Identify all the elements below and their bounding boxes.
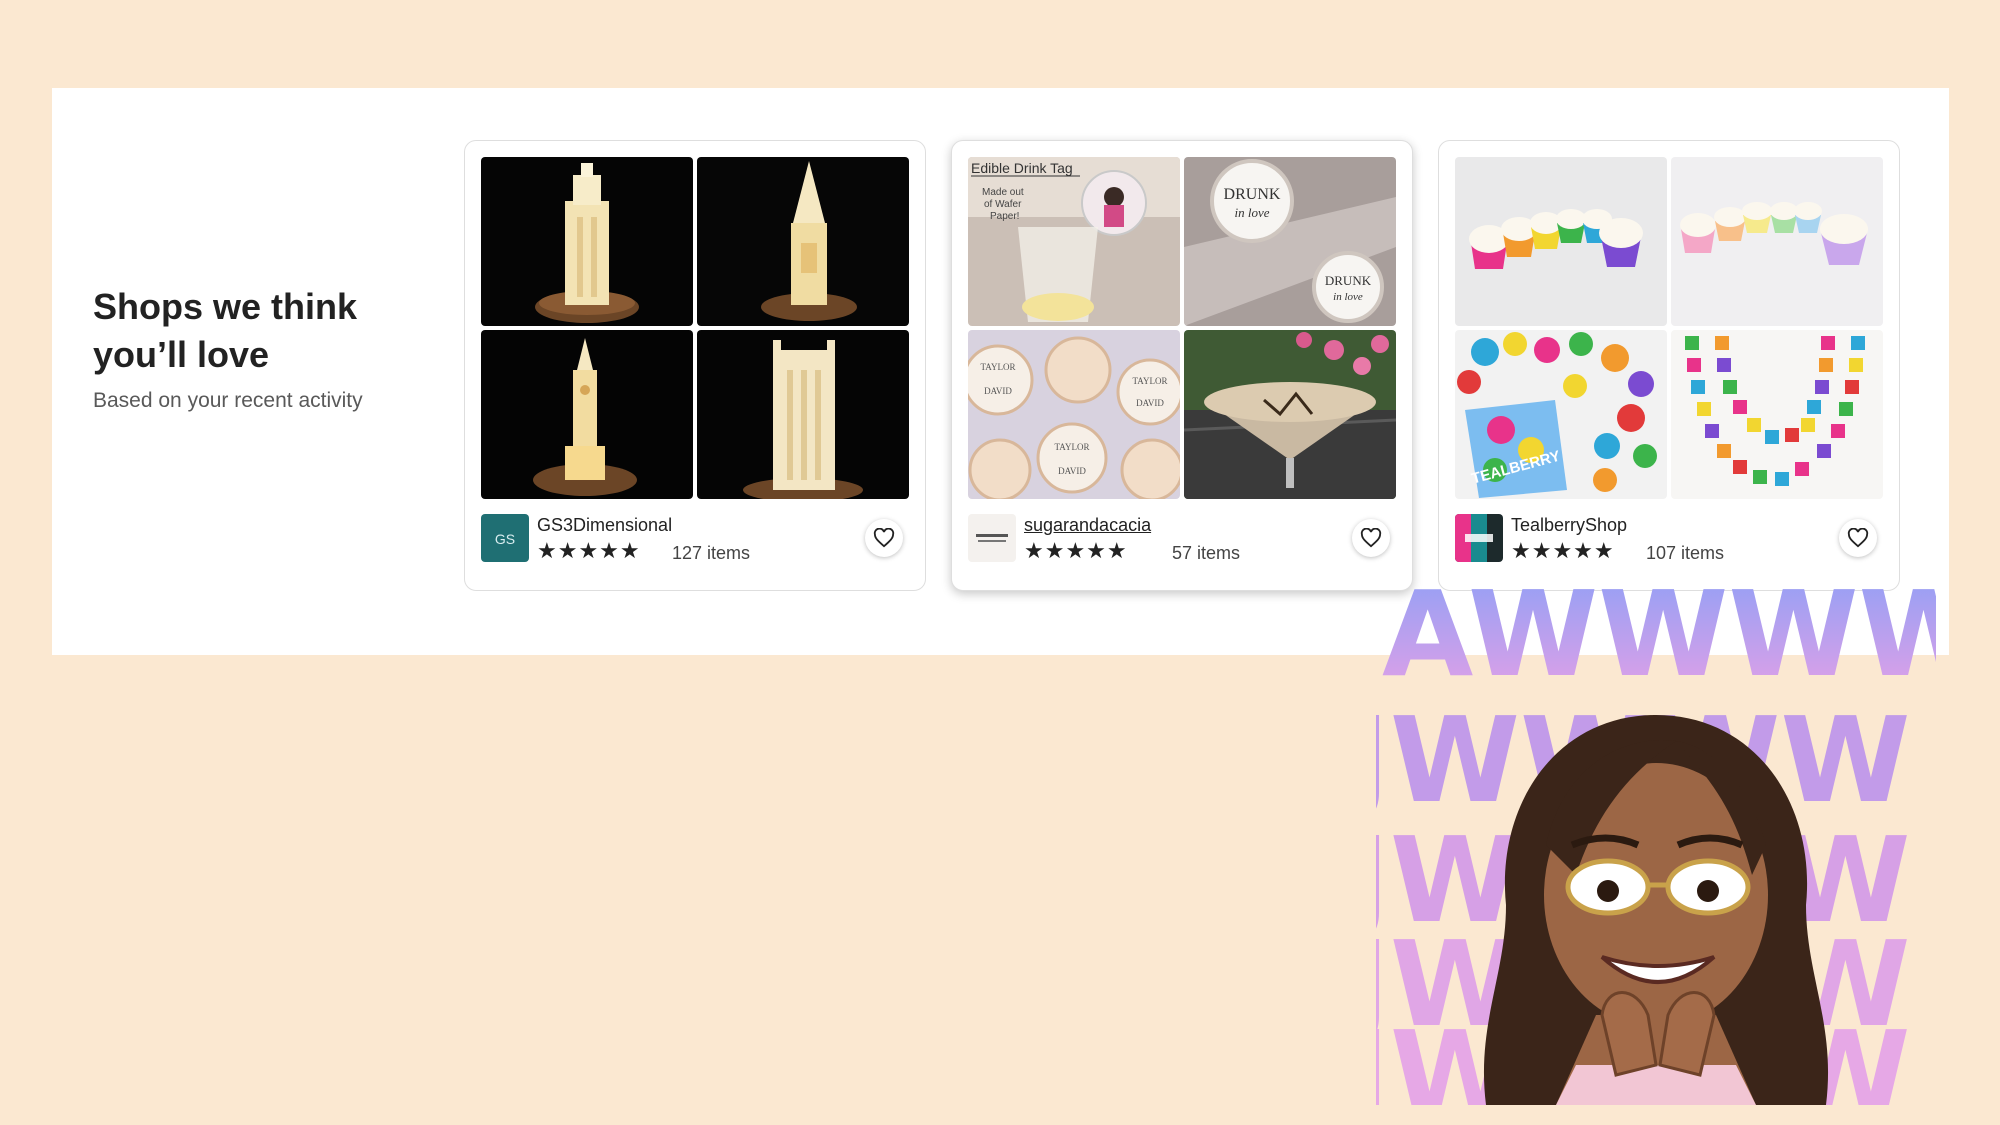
svg-text:Paper!: Paper! bbox=[990, 211, 1019, 222]
item-count: 127 items bbox=[672, 543, 751, 563]
listing-image-tower-3[interactable] bbox=[481, 330, 693, 499]
shop-card-gs3dimensional[interactable]: GS GS3Dimensional ★★★★★ 127 items bbox=[464, 140, 926, 591]
taylor-text: TAYLOR bbox=[981, 362, 1016, 372]
item-count: 57 items bbox=[1172, 543, 1241, 563]
svg-text:Made out: Made out bbox=[982, 187, 1024, 198]
section-subtitle: Based on your recent activity bbox=[93, 389, 363, 412]
listing-image-drunk-in-love[interactable]: DRUNK in love DRUNK in love bbox=[1184, 157, 1396, 326]
section-title: Shops we think you’ll love bbox=[93, 286, 358, 375]
listing-image-taylor-david[interactable]: TAYLOR DAVID TAYLOR DAVID TAYLOR DAVID bbox=[968, 330, 1180, 499]
listing-image-drink-tag[interactable]: Edible Drink Tag Made out of Wafer Paper… bbox=[968, 157, 1180, 326]
heart-icon bbox=[873, 528, 895, 548]
svg-text:in love: in love bbox=[1333, 291, 1363, 303]
star-rating: ★★★★★ bbox=[537, 538, 641, 563]
listing-image-cupcakes-pastel[interactable] bbox=[1671, 157, 1883, 326]
star-rating: ★★★★★ bbox=[1024, 538, 1128, 563]
shop-card-tealberryshop[interactable]: TEALBERRY TealberryShop ★★★★★ 107 items bbox=[1438, 140, 1900, 591]
svg-text:DRUNK: DRUNK bbox=[1325, 273, 1372, 288]
svg-text:TAYLOR: TAYLOR bbox=[1133, 376, 1168, 386]
svg-text:DAVID: DAVID bbox=[1136, 398, 1164, 408]
shop-name[interactable]: sugarandacacia bbox=[1024, 515, 1151, 536]
shop-name[interactable]: TealberryShop bbox=[1511, 515, 1627, 536]
shop-image-grid[interactable]: TEALBERRY bbox=[1455, 157, 1883, 499]
listing-image-garland[interactable] bbox=[1671, 330, 1883, 499]
shop-avatar[interactable]: GS bbox=[481, 514, 529, 562]
shop-avatar[interactable] bbox=[968, 514, 1016, 562]
favorite-shop-button[interactable] bbox=[865, 519, 903, 557]
listing-image-tower-4[interactable] bbox=[697, 330, 909, 499]
avatar-text: GS bbox=[495, 531, 515, 547]
listing-image-tower-1[interactable] bbox=[481, 157, 693, 326]
svg-text:TAYLOR: TAYLOR bbox=[1055, 442, 1090, 452]
section-heading: Shops we think you’ll love Based on your… bbox=[93, 283, 433, 413]
drink-tag-text: Edible Drink Tag bbox=[971, 160, 1073, 176]
listing-image-confetti[interactable]: TEALBERRY bbox=[1455, 330, 1667, 499]
drunk-text: DRUNK bbox=[1224, 186, 1281, 203]
david-text: DAVID bbox=[984, 386, 1012, 396]
shop-info: sugarandacacia ★★★★★ 57 items bbox=[968, 513, 1396, 563]
awwww-sticker: AWWWW JWWWW JWWWW JWWWW JWWWW bbox=[1339, 545, 1989, 1125]
shop-image-grid[interactable] bbox=[481, 157, 909, 499]
shop-card-sugarandacacia[interactable]: Edible Drink Tag Made out of Wafer Paper… bbox=[951, 140, 1413, 591]
sticker-text: AWWWW bbox=[1382, 565, 1936, 703]
listing-image-tower-2[interactable] bbox=[697, 157, 909, 326]
listing-image-cupcakes-bright[interactable] bbox=[1455, 157, 1667, 326]
shop-info: GS GS3Dimensional ★★★★★ 127 items bbox=[481, 513, 909, 563]
listing-image-martini[interactable] bbox=[1184, 330, 1396, 499]
shop-name[interactable]: GS3Dimensional bbox=[537, 515, 672, 536]
shop-image-grid[interactable]: Edible Drink Tag Made out of Wafer Paper… bbox=[968, 157, 1396, 499]
svg-text:of Wafer: of Wafer bbox=[984, 199, 1022, 210]
in-love-text: in love bbox=[1234, 205, 1269, 220]
svg-text:DAVID: DAVID bbox=[1058, 466, 1086, 476]
